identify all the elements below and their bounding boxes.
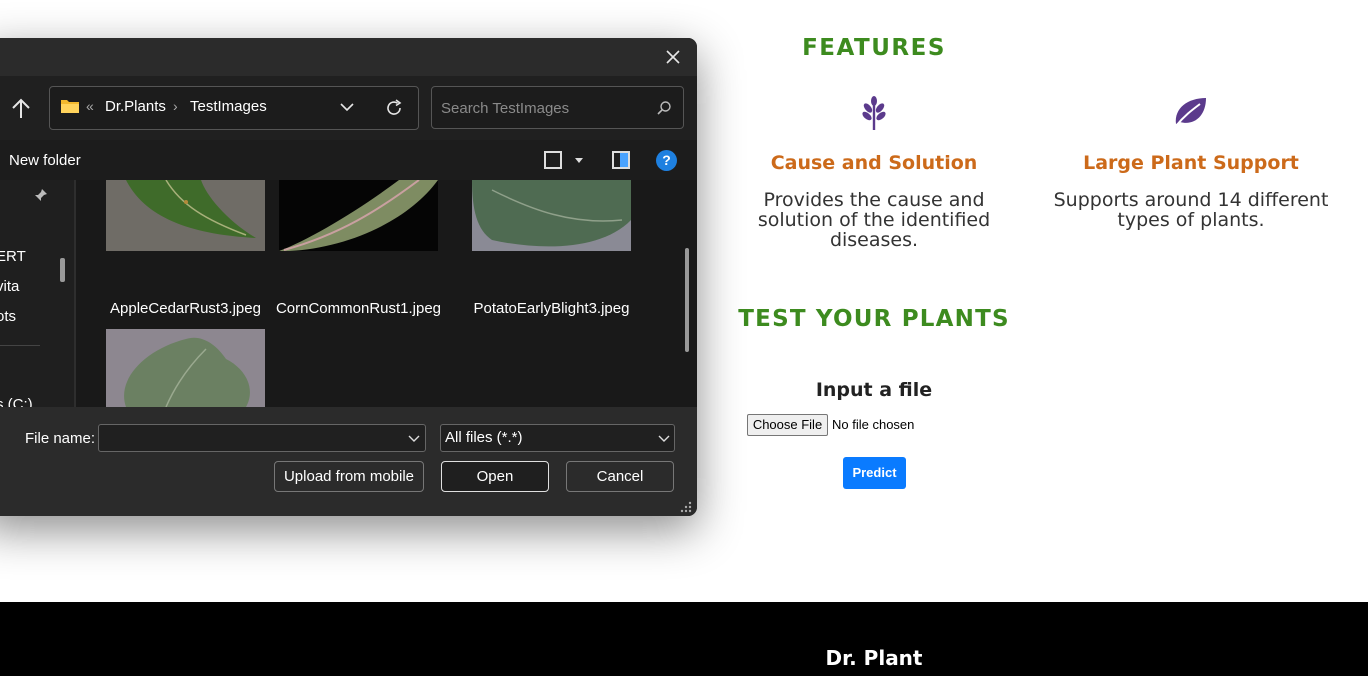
- breadcrumb-overflow-icon[interactable]: «: [86, 98, 94, 114]
- file-list: AppleCedarRust3.jpeg CornCommonRust1.jpe…: [76, 180, 697, 407]
- nav-item-ots[interactable]: ots: [0, 308, 16, 325]
- open-button[interactable]: Open: [441, 461, 549, 492]
- pin-icon[interactable]: [34, 188, 48, 202]
- preview-pane-icon[interactable]: [612, 151, 630, 169]
- resize-grip-icon[interactable]: [680, 501, 692, 513]
- caret-down-icon[interactable]: [574, 157, 584, 165]
- chevron-down-icon[interactable]: [340, 102, 354, 112]
- feature-description-plant-support: Supports around 14 different types of pl…: [1053, 189, 1329, 231]
- file-open-dialog: « Dr.Plants › TestImages Search TestImag…: [0, 38, 697, 516]
- no-file-chosen-text: No file chosen: [832, 417, 915, 432]
- nav-divider: [0, 345, 40, 346]
- leaf-icon: [1175, 98, 1206, 127]
- file-type-select[interactable]: All files (*.*): [440, 424, 675, 452]
- thumbnail-potato-early-blight[interactable]: [472, 180, 631, 251]
- breadcrumb-dr-plants[interactable]: Dr.Plants: [105, 98, 166, 115]
- feature-heading-plant-support: Large Plant Support: [1083, 152, 1299, 174]
- chevron-down-icon[interactable]: [408, 435, 420, 443]
- help-icon[interactable]: ?: [656, 150, 677, 171]
- chevron-down-icon[interactable]: [658, 435, 670, 443]
- file-name-potato-early-blight[interactable]: PotatoEarlyBlight3.jpeg: [452, 300, 651, 317]
- search-icon[interactable]: [656, 100, 672, 116]
- file-name-corn-common-rust[interactable]: CornCommonRust1.jpeg: [259, 300, 458, 317]
- search-placeholder: Search TestImages: [441, 100, 570, 117]
- up-arrow-icon[interactable]: [8, 96, 34, 122]
- predict-button[interactable]: Predict: [843, 457, 906, 489]
- close-icon[interactable]: [662, 46, 684, 68]
- folder-icon: [61, 100, 79, 113]
- upload-from-mobile-button[interactable]: Upload from mobile: [274, 461, 424, 492]
- footer-title: Dr. Plant: [825, 646, 923, 670]
- command-bar: [0, 140, 697, 180]
- dialog-titlebar[interactable]: [0, 38, 697, 76]
- file-name-input[interactable]: [98, 424, 426, 452]
- test-plants-title: TEST YOUR PLANTS: [738, 306, 1010, 332]
- file-name-label: File name:: [25, 430, 96, 447]
- choose-file-button[interactable]: Choose File: [747, 414, 828, 436]
- nav-pane-scrollbar[interactable]: [60, 258, 65, 282]
- input-file-label: Input a file: [815, 379, 933, 401]
- view-mode-icon[interactable]: [544, 151, 562, 169]
- breadcrumb-separator-icon: ›: [173, 98, 178, 114]
- thumbnail-corn-common-rust[interactable]: [279, 180, 438, 251]
- features-title: FEATURES: [802, 35, 946, 61]
- page: FEATURES Cause and Solution Provides the…: [0, 0, 1368, 676]
- file-name-apple-cedar-rust[interactable]: AppleCedarRust3.jpeg: [86, 300, 285, 317]
- nav-item-ert[interactable]: ERT: [0, 248, 26, 265]
- feature-description-cause-solution: Provides the cause and solution of the i…: [757, 189, 991, 251]
- nav-item-vita[interactable]: vita: [0, 278, 19, 295]
- file-list-scrollbar[interactable]: [685, 248, 689, 352]
- breadcrumb-test-images[interactable]: TestImages: [190, 98, 267, 115]
- cancel-button[interactable]: Cancel: [566, 461, 674, 492]
- thumbnail-apple-cedar-rust[interactable]: [106, 180, 265, 251]
- refresh-icon[interactable]: [384, 98, 404, 118]
- leaf-sprig-icon: [862, 96, 886, 130]
- thumbnail-tomato-leaf[interactable]: [106, 329, 265, 407]
- new-folder-button[interactable]: New folder: [9, 152, 81, 169]
- feature-heading-cause-solution: Cause and Solution: [770, 152, 978, 174]
- footer: [0, 602, 1368, 676]
